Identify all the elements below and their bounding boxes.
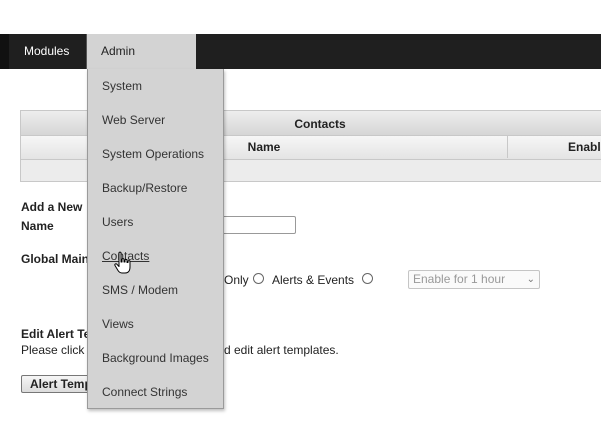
select-value: Enable for 1 hour bbox=[413, 272, 506, 286]
name-input[interactable] bbox=[218, 216, 296, 234]
nav-left-edge bbox=[0, 34, 9, 69]
chevron-down-icon: ⌄ bbox=[526, 274, 535, 285]
edit-alert-heading: Edit Alert Te bbox=[21, 327, 91, 341]
menu-item-sms-modem[interactable]: SMS / Modem bbox=[102, 280, 178, 300]
nav-modules[interactable]: Modules bbox=[10, 34, 83, 69]
menu-item-web-server[interactable]: Web Server bbox=[102, 110, 165, 130]
option-only-label: Only bbox=[224, 273, 249, 287]
edit-alert-instructions-right: d edit alert templates. bbox=[224, 343, 339, 357]
radio-maint-option[interactable] bbox=[362, 273, 373, 284]
option-alerts-events-label: Alerts & Events bbox=[272, 273, 355, 287]
admin-dropdown-menu: System Web Server System Operations Back… bbox=[87, 69, 224, 409]
hand-pointer-icon bbox=[114, 251, 131, 274]
add-new-heading: Add a New bbox=[21, 200, 83, 214]
menu-item-views[interactable]: Views bbox=[102, 314, 134, 334]
name-label: Name bbox=[21, 219, 54, 233]
menu-item-users[interactable]: Users bbox=[102, 212, 133, 232]
menu-item-system[interactable]: System bbox=[102, 76, 142, 96]
menu-item-system-operations[interactable]: System Operations bbox=[102, 144, 204, 164]
nav-admin[interactable]: Admin bbox=[87, 34, 196, 69]
menu-item-connect-strings[interactable]: Connect Strings bbox=[102, 382, 187, 402]
top-nav-bar: Modules Admin bbox=[0, 34, 601, 69]
edit-alert-instructions-left: Please click bbox=[21, 343, 85, 357]
global-maint-label: Global Main bbox=[21, 252, 90, 266]
menu-item-backup-restore[interactable]: Backup/Restore bbox=[102, 178, 187, 198]
maintenance-duration-select[interactable]: Enable for 1 hour ⌄ bbox=[408, 270, 540, 289]
radio-alerts-events[interactable] bbox=[253, 273, 264, 284]
column-header-enable[interactable]: Enabl bbox=[508, 136, 601, 158]
menu-item-background-images[interactable]: Background Images bbox=[102, 348, 209, 368]
